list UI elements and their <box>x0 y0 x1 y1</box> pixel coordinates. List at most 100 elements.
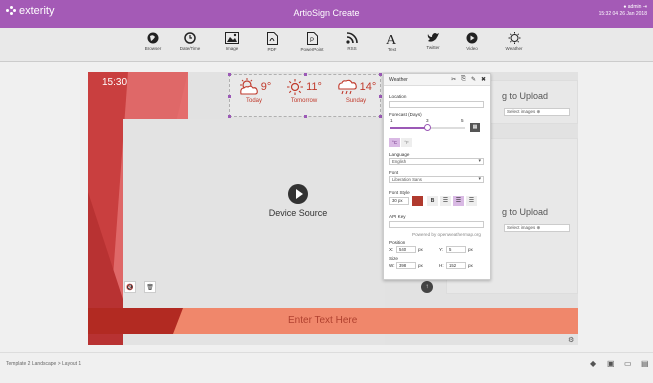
preview-icon[interactable]: ▣ <box>607 359 617 369</box>
close-icon[interactable]: ✖ <box>481 76 486 83</box>
upload-button[interactable]: ↑ <box>421 281 433 293</box>
resize-handle[interactable] <box>228 95 231 98</box>
layers-icon[interactable]: ◆ <box>590 359 600 369</box>
align-center-icon: ☰ <box>455 198 462 204</box>
resize-handle[interactable] <box>379 95 382 98</box>
weather-icon <box>508 32 520 44</box>
resize-handle[interactable] <box>228 115 231 118</box>
font-select[interactable]: Liberation Sans <box>389 176 484 183</box>
select-images-input[interactable]: Select images ⊕ <box>504 224 570 232</box>
footer-bar: Template 2 Landscape > Layout 1 ◆ ▣ ▭ ▤ <box>0 352 653 383</box>
twitter-icon <box>427 33 439 42</box>
weather-properties-panel: Weather ✂ ⎘ ✎ ✖ Location Forecast (Days)… <box>383 73 491 280</box>
weather-day-label: Sunday <box>345 98 367 104</box>
toolbar-label: Browser <box>144 46 162 51</box>
size-width-input[interactable]: 398 <box>396 262 416 269</box>
resize-handle[interactable] <box>304 73 307 76</box>
resize-handle[interactable] <box>304 115 307 118</box>
forecast-grid-button[interactable]: ▦ <box>470 123 480 132</box>
breadcrumb: Template 2 Landscape > Layout 1 <box>6 361 82 367</box>
forecast-max: 5 <box>461 118 464 123</box>
toolbar-twitter-button[interactable]: Twitter <box>418 30 448 60</box>
weather-widget[interactable]: 9° Today 11° Tomorrow 14° Sunday <box>228 73 382 118</box>
toolbar-label: RSS <box>347 46 357 51</box>
toolbar-label: Video <box>466 46 478 51</box>
toolbar-datetime-button[interactable]: Date/Time <box>175 30 205 60</box>
forecast-min: 1 <box>390 118 393 123</box>
powerpoint-icon: P <box>306 32 318 45</box>
forecast-slider-track[interactable] <box>390 124 465 131</box>
toolbar-weather-button[interactable]: Weather <box>499 30 529 60</box>
upload-icon: ⊕ <box>536 225 541 230</box>
toolbar-label: Date/Time <box>179 46 201 51</box>
resize-handle[interactable] <box>379 115 382 118</box>
align-center-button[interactable]: ☰ <box>453 196 464 206</box>
folder-open-icon[interactable]: ▭ <box>624 359 634 369</box>
play-icon[interactable] <box>288 184 308 204</box>
text-banner-label: Enter Text Here <box>288 315 358 326</box>
align-right-button[interactable]: ☰ <box>466 196 477 206</box>
toolbar-image-button[interactable]: Image <box>217 30 247 60</box>
rain-cloud-icon <box>337 79 357 95</box>
position-x-input[interactable]: 540 <box>396 246 416 253</box>
toolbar-text-button[interactable]: A Text <box>377 30 407 60</box>
weather-day-label: Tomorrow <box>290 98 318 104</box>
weather-day-tomorrow: 11° Tomorrow <box>280 78 328 104</box>
user-icon: ● <box>623 4 627 10</box>
user-name: admin <box>627 4 642 10</box>
canvas-settings-icon[interactable]: ⚙ <box>568 336 578 346</box>
font-color-swatch[interactable] <box>412 196 423 206</box>
toolbar-browser-button[interactable]: Browser <box>138 30 168 60</box>
celsius-button[interactable]: °C <box>389 138 400 147</box>
delete-button[interactable]: 🗑 <box>144 281 156 293</box>
toolbar-rss-button[interactable]: RSS <box>337 30 367 60</box>
toolbar-label: Weather <box>505 46 523 51</box>
weather-day-sunday: 14° Sunday <box>332 78 380 104</box>
font-size-input[interactable]: 30 px <box>389 197 409 205</box>
upload-icon: ⊕ <box>536 109 541 114</box>
api-key-input[interactable] <box>389 221 484 228</box>
size-label: Size <box>389 256 398 261</box>
mute-button[interactable]: 🔇 <box>124 281 136 293</box>
toolbar-label: PDF <box>267 47 277 52</box>
forecast-slider-thumb[interactable] <box>424 124 431 131</box>
copy-icon[interactable]: ⎘ <box>461 76 466 83</box>
size-h-unit: px <box>468 263 473 268</box>
align-right-icon: ☰ <box>468 198 475 204</box>
select-images-input[interactable]: Select images ⊕ <box>504 108 570 116</box>
image-icon <box>225 32 239 44</box>
toolbar-video-button[interactable]: Video <box>457 30 487 60</box>
cut-icon[interactable]: ✂ <box>451 76 456 83</box>
position-y-input[interactable]: 5 <box>446 246 466 253</box>
logout-icon[interactable]: ⇥ <box>643 4 647 10</box>
language-select[interactable]: English <box>389 158 484 165</box>
font-value: Liberation Sans <box>392 177 422 182</box>
app-title: ArtioSign Create <box>293 8 360 18</box>
align-left-icon: ☰ <box>442 198 449 204</box>
fahrenheit-button[interactable]: °F <box>401 138 412 147</box>
sun-icon <box>287 79 304 95</box>
size-height-input[interactable]: 152 <box>446 262 466 269</box>
resize-handle[interactable] <box>379 73 382 76</box>
save-icon[interactable]: ▤ <box>641 359 651 369</box>
align-left-button[interactable]: ☰ <box>440 196 451 206</box>
weather-day-today: 9° Today <box>234 78 274 104</box>
user-info[interactable]: ● admin ⇥ 15:32 04 26 Jan 2018 <box>599 4 647 18</box>
weather-temp: 14° <box>359 81 377 93</box>
position-label: Position <box>389 240 406 245</box>
pos-y-unit: px <box>468 247 473 252</box>
bold-button[interactable]: B <box>427 196 438 206</box>
pos-x-unit: px <box>418 247 423 252</box>
toolbar-pdf-button[interactable]: PDF <box>257 30 287 60</box>
resize-handle[interactable] <box>228 73 231 76</box>
select-images-text: Select images <box>507 109 536 114</box>
pos-x-label: X: <box>389 247 394 252</box>
edit-icon[interactable]: ✎ <box>471 76 476 83</box>
properties-title: Weather <box>389 77 408 83</box>
layout-canvas[interactable]: 15:30 9° Today 11° Tomorrow 14° Sunday D… <box>88 72 578 345</box>
text-icon: A <box>386 33 397 45</box>
toolbar-powerpoint-button[interactable]: P PowerPoint <box>297 30 327 60</box>
toolbar-label: Text <box>387 47 397 52</box>
location-input[interactable] <box>389 101 484 108</box>
device-source[interactable]: Device Source <box>248 184 348 218</box>
